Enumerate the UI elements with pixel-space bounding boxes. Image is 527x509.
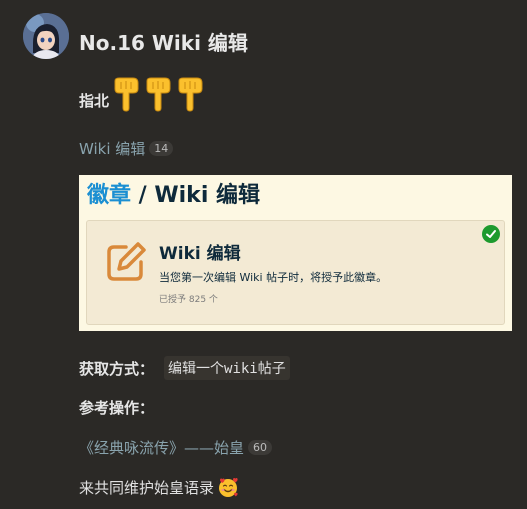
badge-box: Wiki 编辑 当您第一次编辑 Wiki 帖子时，将授予此徽章。 已授予 825… bbox=[86, 220, 505, 325]
pointer-label: 指北 bbox=[79, 91, 110, 110]
heading-badge-name: Wiki 编辑 bbox=[154, 183, 261, 208]
footer-text: 来共同维护始皇语录 bbox=[79, 478, 215, 497]
backhand-index-pointing-down-icon bbox=[146, 77, 171, 112]
footer-line: 来共同维护始皇语录 bbox=[79, 476, 239, 498]
backhand-index-pointing-down-icon bbox=[178, 77, 203, 112]
badge-granted-count: 已授予 825 个 bbox=[159, 295, 218, 305]
badge-card-heading: 徽章 / Wiki 编辑 bbox=[87, 177, 260, 209]
check-circle-icon bbox=[482, 225, 500, 243]
method-value-code: 编辑一个wiki帖子 bbox=[164, 356, 290, 380]
pointer-emojis bbox=[111, 75, 207, 113]
reference-link[interactable]: 《经典咏流传》——始皇 60 bbox=[79, 437, 273, 458]
heading-separator: / bbox=[131, 183, 155, 208]
post-title: No.16 Wiki 编辑 bbox=[79, 31, 248, 55]
avatar[interactable] bbox=[23, 13, 69, 59]
backhand-index-pointing-down-icon bbox=[114, 77, 139, 112]
badge-description: 当您第一次编辑 Wiki 帖子时，将授予此徽章。 bbox=[159, 271, 388, 284]
method-label: 获取方式： bbox=[79, 359, 155, 378]
reference-link-text[interactable]: 《经典咏流传》——始皇 bbox=[79, 437, 244, 458]
wiki-edit-link-text[interactable]: Wiki 编辑 bbox=[79, 138, 145, 159]
wiki-edit-link[interactable]: Wiki 编辑 14 bbox=[79, 138, 174, 159]
link-click-count: 60 bbox=[248, 440, 273, 455]
method-row: 获取方式： 编辑一个wiki帖子 bbox=[79, 356, 290, 380]
badge-onebox[interactable]: 徽章 / Wiki 编辑 Wiki 编辑 当您第一次编辑 Wiki 帖子时，将授… bbox=[79, 175, 512, 331]
badges-link[interactable]: 徽章 bbox=[87, 183, 131, 208]
smiling-face-with-hearts-icon bbox=[219, 478, 238, 497]
badge-name: Wiki 编辑 bbox=[159, 244, 241, 264]
pointer-row: 指北 bbox=[79, 74, 207, 114]
link-click-count: 14 bbox=[149, 141, 174, 156]
reference-label: 参考操作： bbox=[79, 399, 155, 417]
edit-pencil-icon bbox=[107, 242, 146, 281]
